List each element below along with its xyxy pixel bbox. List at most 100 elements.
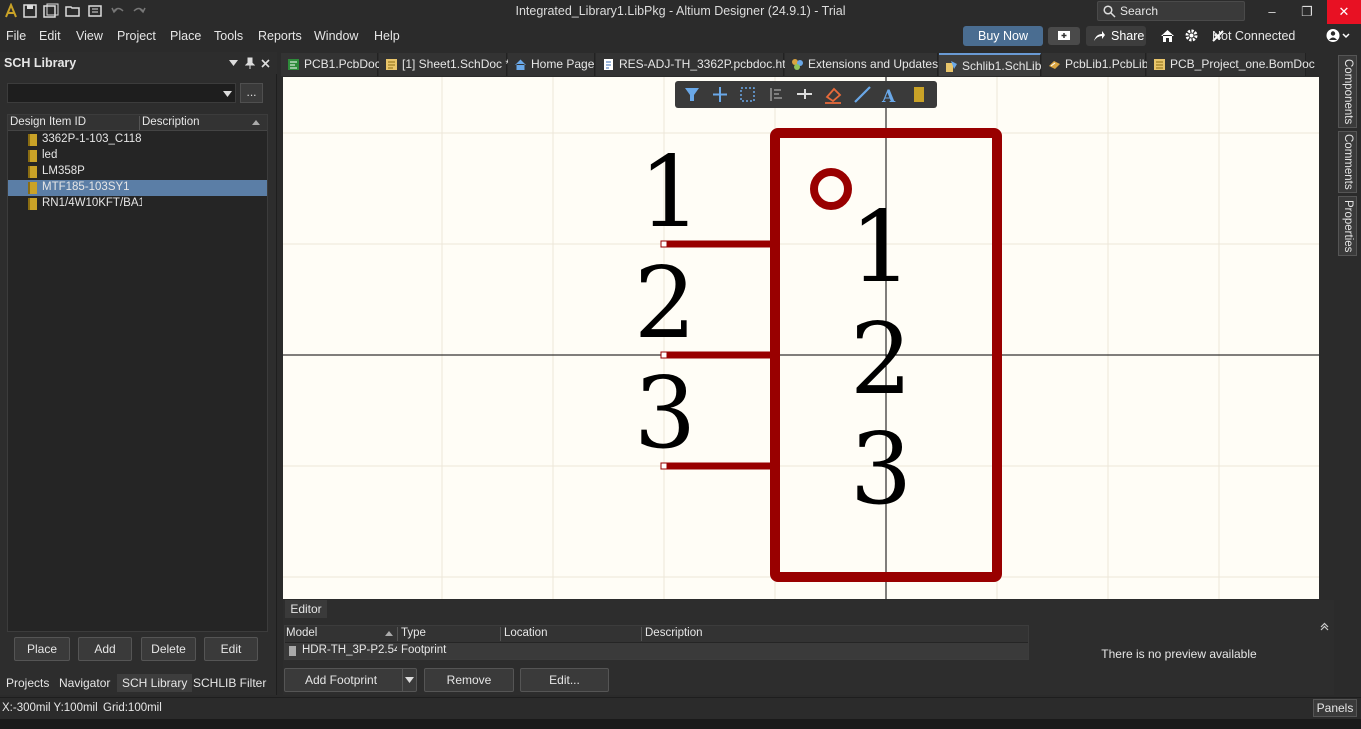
close-button[interactable]: ✕	[1327, 0, 1361, 24]
column-type[interactable]: Type	[397, 627, 426, 641]
add-button[interactable]: Add	[78, 637, 132, 661]
type-cell: Footprint	[401, 644, 447, 656]
part-icon[interactable]	[914, 87, 924, 102]
comments-panel-tab[interactable]: Comments	[1338, 131, 1357, 193]
menu-file[interactable]: File	[6, 29, 26, 43]
user-account-icon[interactable]	[1326, 28, 1350, 43]
tab-schlib-filter[interactable]: SCHLIB Filter	[188, 674, 271, 692]
component-icon	[28, 198, 37, 210]
tab-sheet1[interactable]: [1] Sheet1.SchDoc *	[379, 53, 510, 76]
tab-home-page[interactable]: Home Page	[508, 53, 595, 76]
edit-model-button[interactable]: Edit...	[520, 668, 609, 692]
menu-project[interactable]: Project	[117, 29, 156, 43]
list-item-label: LM358P	[42, 165, 85, 177]
sort-ascending-icon	[385, 631, 393, 636]
pin-3-number: 3	[634, 357, 696, 471]
text-icon[interactable]: A	[881, 87, 896, 107]
close-panel-icon[interactable]	[261, 59, 270, 68]
active-bar: A	[675, 81, 937, 108]
filter-icon[interactable]	[685, 88, 699, 101]
tab-projects[interactable]: Projects	[1, 674, 54, 692]
list-item[interactable]: LM358P	[8, 164, 267, 180]
menu-place[interactable]: Place	[170, 29, 201, 43]
tab-sch-library[interactable]: SCH Library	[117, 674, 193, 692]
connection-status[interactable]: Not Connected	[1212, 29, 1295, 43]
schematic-canvas[interactable]: 1 2 3 1 2 3	[283, 77, 1319, 599]
schlib-icon	[946, 61, 957, 72]
place-pin-icon[interactable]	[797, 89, 812, 99]
taskbar-strip	[0, 719, 1361, 729]
line-icon[interactable]	[854, 86, 871, 103]
share-button[interactable]: Share	[1086, 26, 1146, 46]
dropdown-arrow-icon[interactable]	[405, 677, 414, 683]
delete-button[interactable]: Delete	[141, 637, 196, 661]
tab-res-adj-htm[interactable]: RES-ADJ-TH_3362P.pcbdoc.htm	[596, 53, 796, 76]
list-item[interactable]: led	[8, 148, 267, 164]
maximize-button[interactable]: ❐	[1290, 0, 1324, 24]
column-description[interactable]: Description	[139, 116, 200, 130]
menu-view[interactable]: View	[76, 29, 103, 43]
cursor-coordinates: X:-300mil Y:100mil	[2, 702, 98, 714]
bom-doc-icon	[1154, 59, 1165, 70]
pin-2-number: 2	[634, 247, 696, 361]
tab-navigator[interactable]: Navigator	[54, 674, 115, 692]
editor-tab[interactable]: Editor	[285, 600, 327, 618]
pin1-marker[interactable]	[810, 168, 852, 210]
schematic-drawing: 1 2 3 1 2 3	[283, 77, 1319, 599]
tab-pcblib1[interactable]: PcbLib1.PcbLib	[1042, 53, 1148, 76]
library-filter-combo[interactable]	[7, 83, 236, 103]
tab-schlib1[interactable]: Schlib1.SchLib	[939, 53, 1041, 76]
properties-panel-tab[interactable]: Properties	[1338, 196, 1357, 256]
search-input[interactable]: Search	[1097, 1, 1245, 21]
components-panel-tab[interactable]: Components	[1338, 55, 1357, 128]
status-bar: X:-300mil Y:100mil Grid:100mil	[0, 697, 1361, 719]
menu-tools[interactable]: Tools	[214, 29, 243, 43]
eraser-icon[interactable]	[825, 87, 842, 104]
menu-bar: File Edit View Project Place Tools Repor…	[0, 24, 1361, 50]
move-icon[interactable]	[713, 87, 727, 102]
list-item-label: 3362P-1-103_C1189	[42, 133, 142, 145]
remove-button[interactable]: Remove	[424, 668, 514, 692]
home-page-icon	[515, 59, 526, 70]
gear-icon[interactable]	[1184, 28, 1199, 43]
add-footprint-button[interactable]: Add Footprint	[284, 668, 417, 692]
place-button[interactable]: Place	[14, 637, 70, 661]
column-design-item-id[interactable]: Design Item ID	[10, 116, 86, 128]
select-icon[interactable]	[740, 87, 755, 102]
model-table-header: Model Type Location Description	[285, 626, 1028, 642]
list-item[interactable]: 3362P-1-103_C1189	[8, 132, 267, 148]
tab-label: Extensions and Updates	[808, 57, 939, 71]
menu-edit[interactable]: Edit	[39, 29, 61, 43]
sort-ascending-icon	[252, 120, 260, 125]
extensions-icon	[792, 59, 803, 70]
column-model[interactable]: Model	[286, 627, 317, 639]
menu-help[interactable]: Help	[374, 29, 400, 43]
table-row[interactable]: HDR-TH_3P-P2.54-V Footprint	[285, 643, 1028, 659]
edit-button[interactable]: Edit	[204, 637, 258, 661]
column-description[interactable]: Description	[641, 627, 703, 641]
list-item[interactable]: RN1/4W10KFT/BA1	[8, 196, 267, 212]
column-location[interactable]: Location	[500, 627, 547, 641]
title-bar: Integrated_Library1.LibPkg - Altium Desi…	[0, 0, 1361, 24]
list-item-selected[interactable]: MTF185-103SY1	[8, 180, 267, 196]
menu-reports[interactable]: Reports	[258, 29, 302, 43]
chevron-down-icon[interactable]	[229, 60, 238, 66]
pin-icon[interactable]	[245, 57, 255, 69]
tab-bomdoc[interactable]: PCB_Project_one.BomDoc	[1147, 53, 1315, 76]
home-icon[interactable]	[1160, 28, 1175, 43]
pcb-doc-icon	[288, 59, 299, 70]
minimize-button[interactable]: –	[1255, 0, 1289, 24]
buy-now-button[interactable]: Buy Now	[963, 26, 1043, 46]
new-comment-button[interactable]	[1048, 27, 1080, 45]
model-cell: HDR-TH_3P-P2.54-V	[302, 644, 397, 656]
tab-pcb1[interactable]: PCB1.PcbDoc	[281, 53, 381, 76]
menu-window[interactable]: Window	[314, 29, 358, 43]
grid-size: Grid:100mil	[103, 702, 162, 714]
tab-extensions[interactable]: Extensions and Updates	[785, 53, 938, 76]
more-button[interactable]: ...	[240, 83, 263, 103]
align-icon[interactable]	[770, 88, 782, 101]
collapse-icon[interactable]	[1320, 622, 1329, 631]
component-list-header: Design Item ID Description	[8, 115, 267, 131]
split-divider	[402, 669, 403, 691]
panels-button[interactable]: Panels	[1313, 699, 1357, 717]
